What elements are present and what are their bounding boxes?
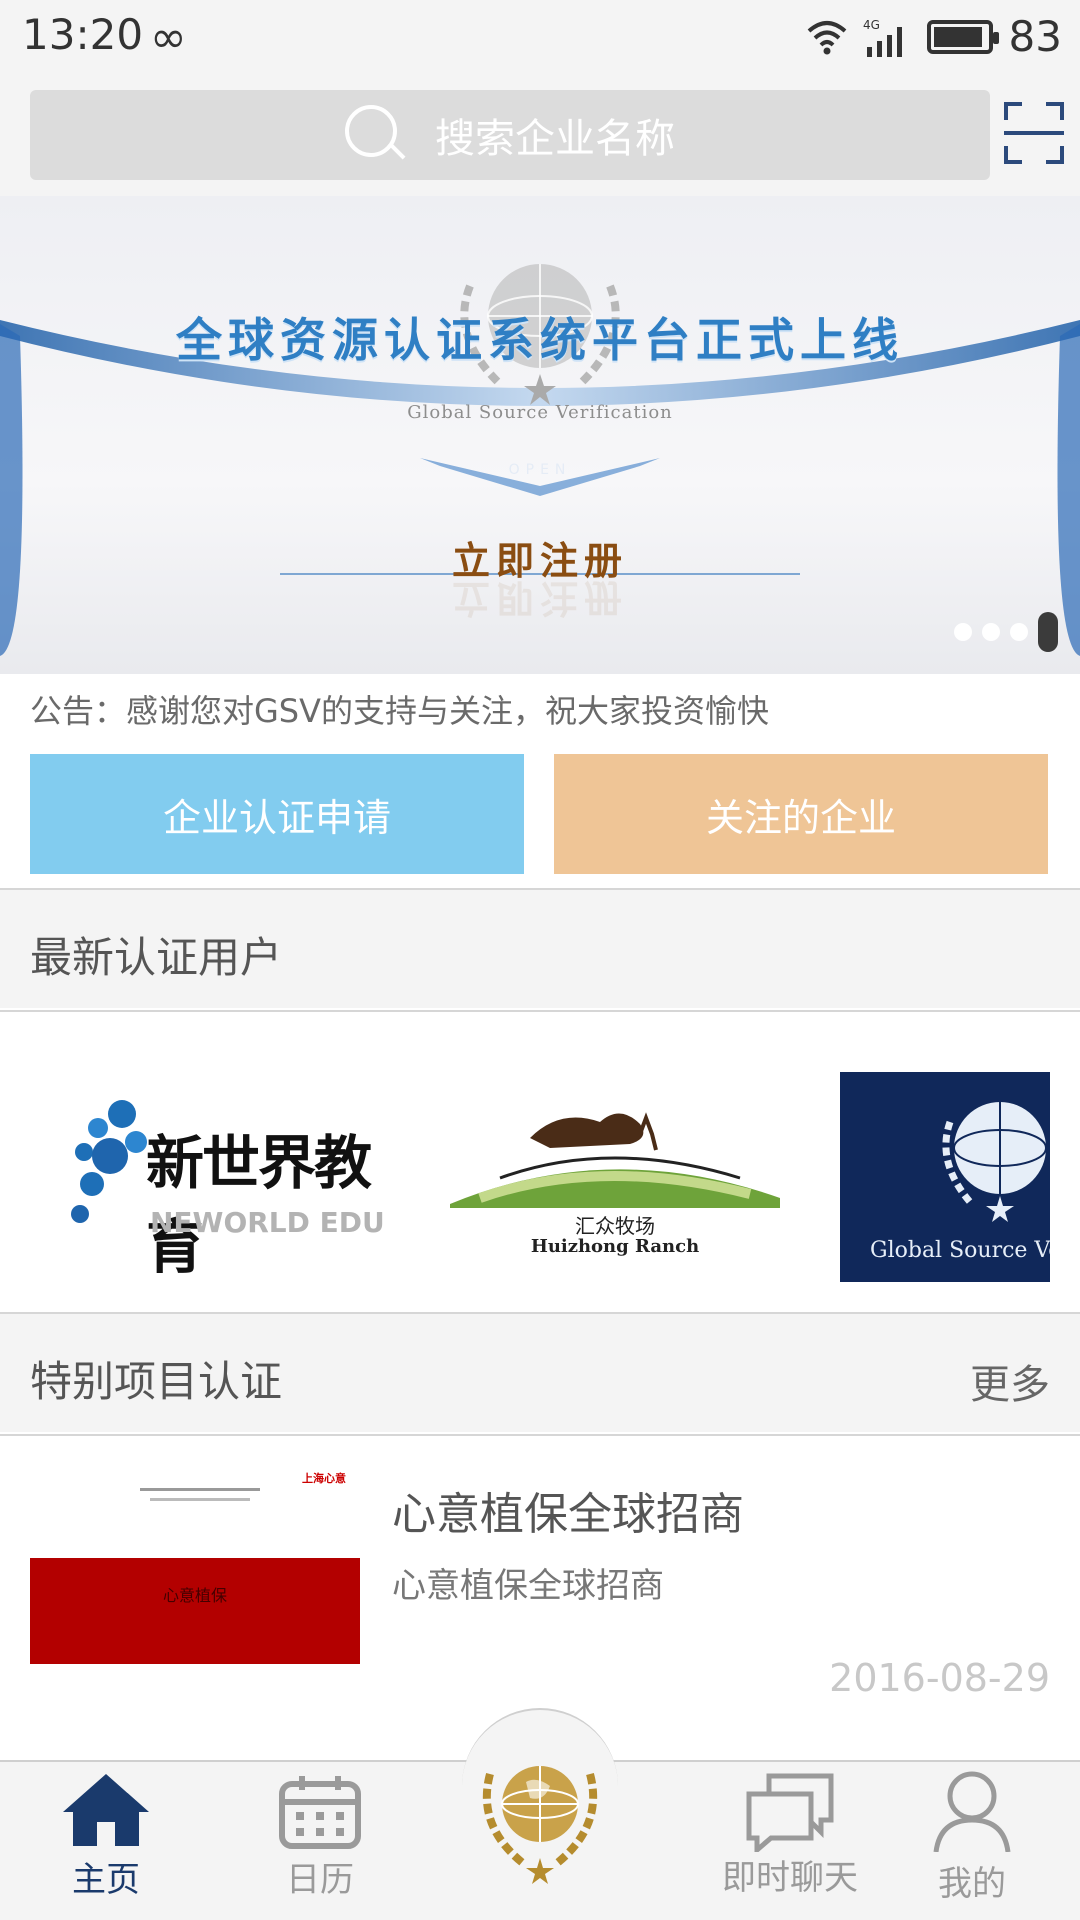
partner-logo-neworld[interactable]: 新世界教育 NEWORLD EDU	[70, 1094, 390, 1281]
search-input[interactable]: 搜索企业名称	[30, 90, 990, 180]
wifi-icon	[807, 20, 846, 54]
status-right: 4G 83	[807, 12, 1062, 61]
tab-calendar[interactable]: 日历	[240, 1768, 400, 1918]
tab-profile[interactable]: 我的	[892, 1768, 1052, 1918]
scan-icon[interactable]	[1004, 102, 1064, 164]
thumb-header: 上海心意	[30, 1466, 360, 1558]
status-bar: 13:20 ∞ 4G 83	[0, 0, 1080, 78]
carousel-indicator	[954, 612, 1058, 652]
section-title: 特别项目认证	[30, 1357, 283, 1406]
tab-label: 我的	[938, 1864, 1006, 1904]
latest-users-header: 最新认证用户	[0, 890, 1080, 1008]
more-link[interactable]: 更多	[970, 1352, 1050, 1410]
center-globe-button[interactable]	[470, 1746, 610, 1886]
announcement-text: 公告：感谢您对GSV的支持与关注，祝大家投资愉快	[30, 692, 770, 730]
banner-headline: 全球资源认证系统平台正式上线	[176, 313, 904, 367]
chat-icon	[746, 1773, 834, 1852]
search-icon	[345, 105, 405, 165]
project-thumbnail: 上海心意 心意植保	[30, 1466, 360, 1666]
gsv-name: Global Source Ve	[870, 1238, 1050, 1263]
app-screen: 13:20 ∞ 4G 83 搜索企业名称 全球资源认证系统平台正式上线 Glob…	[0, 0, 1080, 1920]
special-projects-header: 特别项目认证 更多	[0, 1314, 1080, 1432]
calendar-icon	[279, 1776, 361, 1849]
status-time: 13:20	[22, 10, 144, 59]
tab-label: 即时聊天	[722, 1858, 858, 1898]
network-type: 4G	[863, 18, 880, 32]
huizhong-name: 汇众牧场	[575, 1214, 655, 1238]
search-header: 搜索企业名称	[0, 78, 1080, 196]
huizhong-sub: Huizhong Ranch	[530, 1236, 700, 1257]
project-date: 2016-08-29	[829, 1656, 1050, 1700]
tab-label: 日历	[286, 1860, 354, 1900]
divider	[0, 1010, 1080, 1012]
tab-label: 主页	[72, 1860, 140, 1900]
carousel-dot	[954, 623, 972, 641]
thumb-title: 心意植保	[162, 1586, 227, 1605]
battery-icon	[926, 19, 999, 54]
project-list-item[interactable]: 上海心意 心意植保 心意植保全球招商 心意植保全球招商 2016-08-29	[0, 1436, 1080, 1736]
section-title: 最新认证用户	[30, 933, 283, 982]
thumb-brand: 上海心意	[302, 1472, 346, 1485]
carousel-dot	[1010, 623, 1028, 641]
banner-brand: Global Source Verification	[407, 402, 673, 423]
register-reflection: 立即注册	[451, 576, 628, 620]
battery-level: 83	[1008, 12, 1062, 61]
signal-icon: 4G	[863, 18, 902, 57]
latest-users-carousel[interactable]: 新世界教育 NEWORLD EDU 汇众牧场 Huizhong Ranch Gl…	[0, 1014, 1080, 1314]
followed-enterprises-button[interactable]: 关注的企业	[554, 754, 1048, 874]
tab-chat[interactable]: 即时聊天	[710, 1768, 870, 1918]
project-title: 心意植保全球招商	[392, 1489, 744, 1540]
neworld-name: 新世界教育	[146, 1129, 372, 1281]
huizhong-logo-icon	[450, 1112, 780, 1208]
home-icon	[63, 1774, 149, 1846]
carousel-dot	[982, 623, 1000, 641]
user-icon	[933, 1771, 1011, 1852]
carousel-dot-active	[1038, 612, 1058, 652]
tab-home[interactable]: 主页	[26, 1768, 186, 1918]
neworld-sub: NEWORLD EDU	[150, 1206, 385, 1239]
thumb-banner: 心意植保	[30, 1558, 360, 1664]
project-subtitle: 心意植保全球招商	[392, 1566, 664, 1606]
banner-carousel[interactable]: 全球资源认证系统平台正式上线 Global Source Verificatio…	[0, 196, 1080, 674]
gsv-globe-icon	[942, 1102, 1047, 1222]
enterprise-certification-button[interactable]: 企业认证申请	[30, 754, 524, 874]
search-placeholder: 搜索企业名称	[435, 116, 675, 162]
partner-logo-gsv[interactable]: Global Source Ve	[840, 1072, 1050, 1282]
partner-logo-huizhong[interactable]: 汇众牧场 Huizhong Ranch	[450, 1098, 780, 1258]
banner-open-tag: OPEN	[508, 462, 572, 478]
infinity-icon: ∞	[150, 12, 187, 63]
